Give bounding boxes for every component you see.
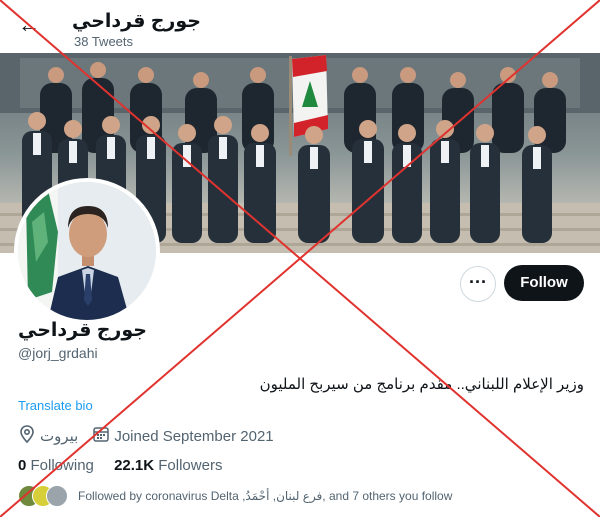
- profile-handle: @jorj_grdahi: [18, 345, 98, 361]
- location-pin-icon: [18, 425, 36, 447]
- avatar-photo: [18, 182, 156, 320]
- followers-link[interactable]: 22.1K Followers: [114, 457, 222, 474]
- header-tweet-count: 38 Tweets: [74, 34, 134, 49]
- following-link[interactable]: 0 Following: [18, 457, 94, 474]
- profile-meta: بيروت Joined September 2021: [18, 425, 274, 447]
- followers-count: 22.1K: [114, 457, 155, 474]
- following-count: 0: [18, 457, 27, 474]
- ellipsis-icon: ···: [469, 272, 487, 292]
- more-options-button[interactable]: ···: [460, 266, 496, 302]
- header-name: جورج قرداحي: [72, 11, 201, 32]
- profile-joined-date: Joined September 2021: [114, 427, 274, 445]
- followed-by-text: Followed by coronavirus Delta ,فرع لبنان…: [78, 489, 453, 503]
- followed-by-row[interactable]: Followed by coronavirus Delta ,فرع لبنان…: [18, 485, 452, 507]
- translate-bio-link[interactable]: Translate bio: [18, 398, 93, 413]
- follow-button[interactable]: Follow: [504, 265, 584, 301]
- calendar-icon: [92, 425, 110, 447]
- following-label: Following: [30, 457, 94, 474]
- profile-location: بيروت: [40, 428, 79, 445]
- arrow-left-icon[interactable]: ←: [18, 14, 40, 36]
- follower-avatar: [46, 485, 68, 507]
- follow-stats: 0 Following 22.1K Followers: [18, 457, 222, 474]
- avatar[interactable]: [14, 178, 160, 324]
- profile-bio: وزير الإعلام اللبناني.. مقدم برنامج من س…: [259, 376, 584, 393]
- profile-name: جورج قرداحي: [18, 320, 147, 341]
- profile-header: ← جورج قرداحي 38 Tweets: [0, 0, 600, 52]
- followers-label: Followers: [158, 457, 223, 474]
